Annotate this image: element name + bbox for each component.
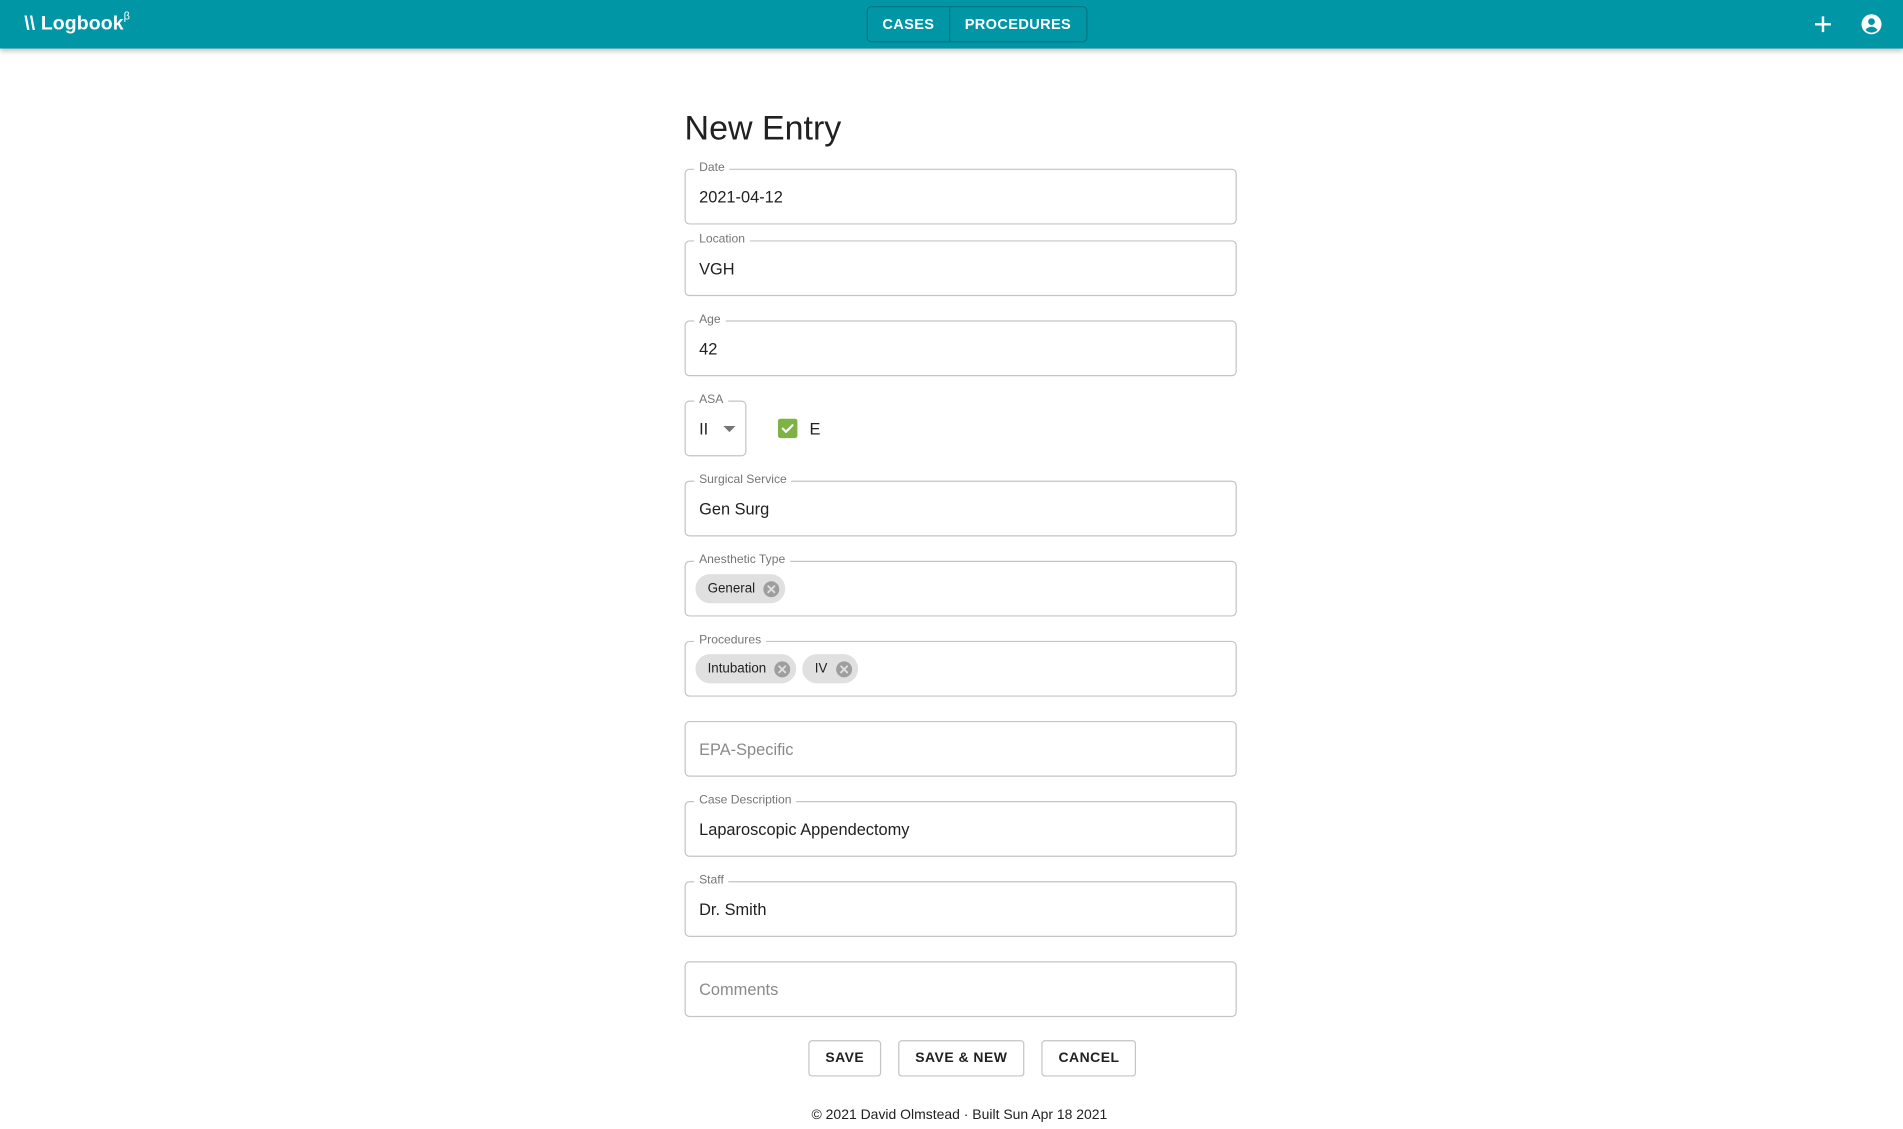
- anesthetic-type-field[interactable]: Anesthetic Type General: [684, 553, 1237, 617]
- form-actions: SAVE SAVE & NEW CANCEL: [808, 1040, 1137, 1077]
- location-value: VGH: [699, 259, 735, 278]
- case-description-label: Case Description: [694, 793, 797, 809]
- chip-label: IV: [814, 661, 828, 677]
- asa-label: ASA: [694, 393, 729, 408]
- brand-beta-mark: β: [123, 9, 131, 22]
- close-circle-icon[interactable]: [762, 580, 780, 598]
- date-field[interactable]: Date 2021-04-12: [684, 161, 1237, 225]
- footer-text: © 2021 David Olmstead · Built Sun Apr 18…: [811, 1108, 1108, 1123]
- staff-value: Dr. Smith: [699, 900, 767, 919]
- date-label: Date: [694, 161, 730, 176]
- brand-logo-link[interactable]: \\ Logbookβ: [24, 9, 131, 35]
- main-nav: CASES PROCEDURES: [866, 6, 1087, 43]
- location-label: Location: [694, 233, 750, 248]
- epa-specific-placeholder: EPA-Specific: [699, 740, 794, 759]
- close-circle-icon[interactable]: [835, 660, 853, 678]
- chip-intubation: Intubation: [695, 654, 797, 684]
- asa-value: II: [699, 419, 709, 439]
- comments-placeholder: Comments: [699, 980, 779, 999]
- staff-field[interactable]: Staff Dr. Smith: [684, 873, 1237, 937]
- cancel-button[interactable]: CANCEL: [1041, 1040, 1137, 1077]
- surgical-service-value: Gen Surg: [699, 500, 770, 519]
- procedures-field[interactable]: Procedures Intubation IV: [684, 633, 1237, 697]
- page-title: New Entry: [684, 109, 842, 147]
- age-field[interactable]: Age 42: [684, 313, 1237, 377]
- chip-general: General: [695, 574, 786, 604]
- plus-icon[interactable]: [1810, 11, 1837, 38]
- procedures-chips: Intubation IV: [695, 654, 858, 684]
- emergency-checkbox[interactable]: E: [777, 418, 821, 439]
- brand-name: \\ Logbook: [24, 13, 124, 35]
- page: \\ Logbookβ CASES PROCEDURES New Entry D…: [0, 0, 1903, 1129]
- case-description-value: Laparoscopic Appendectomy: [699, 820, 910, 839]
- chevron-down-icon: [723, 426, 736, 433]
- checkbox-checked-icon: [777, 418, 798, 439]
- location-field[interactable]: Location VGH: [684, 233, 1237, 297]
- staff-label: Staff: [694, 873, 729, 889]
- save-and-new-button[interactable]: SAVE & NEW: [898, 1040, 1025, 1077]
- chip-label: General: [707, 581, 756, 596]
- date-value: 2021-04-12: [699, 188, 783, 207]
- anesthetic-type-label: Anesthetic Type: [694, 553, 791, 569]
- epa-specific-field[interactable]: EPA-Specific: [684, 720, 1237, 777]
- save-button[interactable]: SAVE: [808, 1040, 882, 1077]
- tab-cases[interactable]: CASES: [868, 7, 949, 41]
- chip-iv: IV: [802, 654, 858, 684]
- chip-label: Intubation: [707, 661, 767, 677]
- asa-select[interactable]: ASA II: [684, 393, 747, 457]
- procedures-label: Procedures: [694, 633, 767, 649]
- account-circle-icon[interactable]: [1858, 11, 1885, 38]
- surgical-service-label: Surgical Service: [694, 473, 792, 488]
- app-bar: \\ Logbookβ CASES PROCEDURES: [0, 0, 1903, 49]
- close-circle-icon[interactable]: [774, 660, 792, 678]
- comments-field[interactable]: Comments: [684, 961, 1237, 1018]
- age-label: Age: [694, 313, 726, 328]
- age-value: 42: [699, 339, 718, 359]
- anesthetic-type-chips: General: [695, 574, 786, 604]
- surgical-service-field[interactable]: Surgical Service Gen Surg: [684, 473, 1237, 537]
- emergency-label: E: [809, 419, 821, 438]
- case-description-field[interactable]: Case Description Laparoscopic Appendecto…: [684, 793, 1237, 857]
- tab-procedures[interactable]: PROCEDURES: [948, 7, 1086, 42]
